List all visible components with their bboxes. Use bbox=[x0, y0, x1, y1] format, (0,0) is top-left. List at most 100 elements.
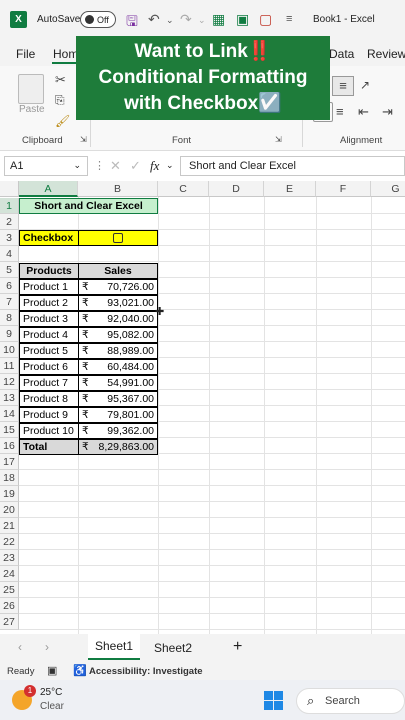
total-value-cell[interactable]: ₹ 8,29,863.00 bbox=[78, 439, 158, 455]
product-name-cell[interactable]: Product 10 bbox=[19, 423, 79, 439]
tab-data[interactable]: Data bbox=[329, 47, 354, 61]
product-sales-cell[interactable]: ₹70,726.00 bbox=[78, 279, 158, 295]
sales-header[interactable]: Sales bbox=[78, 263, 158, 279]
product-sales-cell[interactable]: ₹54,991.00 bbox=[78, 375, 158, 391]
format-painter-icon[interactable]: 🖌 bbox=[55, 114, 70, 128]
product-name-cell[interactable]: Product 3 bbox=[19, 311, 79, 327]
row-header-13[interactable]: 13 bbox=[0, 390, 19, 406]
column-header-a[interactable]: A bbox=[19, 181, 78, 197]
undo-dropdown-icon[interactable]: ⌄ bbox=[166, 15, 174, 26]
row-header-20[interactable]: 20 bbox=[0, 502, 19, 518]
product-name-cell[interactable]: Product 1 bbox=[19, 279, 79, 295]
tab-file[interactable]: File bbox=[16, 47, 35, 61]
clipboard-launcher-icon[interactable]: ⇲ bbox=[80, 135, 87, 144]
row-header-27[interactable]: 27 bbox=[0, 614, 19, 630]
increase-indent-icon[interactable]: ⇥ bbox=[382, 104, 393, 120]
cut-icon[interactable]: ✂ bbox=[55, 72, 66, 88]
row-header-1[interactable]: 1 bbox=[0, 198, 19, 214]
accessibility-status[interactable]: Accessibility: Investigate bbox=[89, 666, 203, 677]
column-header-f[interactable]: F bbox=[316, 181, 371, 197]
accessibility-icon[interactable]: ♿ bbox=[73, 664, 87, 677]
product-name-cell[interactable]: Product 7 bbox=[19, 375, 79, 391]
autosave-toggle[interactable]: Off bbox=[80, 11, 116, 28]
more-icon[interactable]: ⋮ bbox=[94, 159, 105, 172]
sheet-title-cell[interactable]: Short and Clear Excel bbox=[19, 198, 158, 214]
row-header-24[interactable]: 24 bbox=[0, 566, 19, 582]
row-header-19[interactable]: 19 bbox=[0, 486, 19, 502]
checkbox-icon[interactable] bbox=[113, 233, 123, 243]
product-sales-cell[interactable]: ₹95,367.00 bbox=[78, 391, 158, 407]
product-name-cell[interactable]: Product 2 bbox=[19, 295, 79, 311]
column-header-e[interactable]: E bbox=[264, 181, 316, 197]
row-header-21[interactable]: 21 bbox=[0, 518, 19, 534]
paste-icon[interactable] bbox=[18, 74, 44, 104]
row-header-4[interactable]: 4 bbox=[0, 246, 19, 262]
sheet-tab-2[interactable]: Sheet2 bbox=[154, 641, 192, 655]
undo-icon[interactable]: ↶ bbox=[148, 11, 160, 28]
product-sales-cell[interactable]: ₹79,801.00 bbox=[78, 407, 158, 423]
checkbox-cell[interactable] bbox=[78, 230, 158, 246]
product-sales-cell[interactable]: ₹92,040.00 bbox=[78, 311, 158, 327]
insert-function-icon[interactable]: fx bbox=[150, 158, 159, 174]
macro-record-icon[interactable]: ▣ bbox=[47, 664, 57, 677]
row-header-17[interactable]: 17 bbox=[0, 454, 19, 470]
slideshow-icon[interactable]: ▣ bbox=[236, 11, 249, 28]
row-header-3[interactable]: 3 bbox=[0, 230, 19, 246]
redo-dropdown-icon[interactable]: ⌄ bbox=[198, 15, 206, 26]
font-launcher-icon[interactable]: ⇲ bbox=[275, 135, 282, 144]
product-sales-cell[interactable]: ₹88,989.00 bbox=[78, 343, 158, 359]
prev-sheet-icon[interactable]: ‹ bbox=[18, 640, 22, 654]
form-icon[interactable]: ▦ bbox=[212, 11, 225, 28]
windows-start-icon[interactable] bbox=[264, 691, 284, 711]
record-icon[interactable]: ▢ bbox=[259, 11, 272, 28]
row-header-5[interactable]: 5 bbox=[0, 262, 19, 278]
copy-icon[interactable]: ⎘ bbox=[55, 93, 65, 108]
column-header-c[interactable]: C bbox=[158, 181, 209, 197]
align-top-icon[interactable]: ≡ bbox=[332, 76, 354, 96]
align-center-icon[interactable]: ≡ bbox=[336, 104, 344, 119]
product-name-cell[interactable]: Product 5 bbox=[19, 343, 79, 359]
cancel-icon[interactable]: ✕ bbox=[110, 158, 121, 174]
enter-icon[interactable]: ✓ bbox=[130, 158, 141, 174]
row-header-2[interactable]: 2 bbox=[0, 214, 19, 230]
decrease-indent-icon[interactable]: ⇤ bbox=[358, 104, 369, 120]
name-box[interactable]: A1 ⌄ bbox=[4, 156, 88, 176]
row-header-6[interactable]: 6 bbox=[0, 278, 19, 294]
customize-toolbar-icon[interactable]: ≡ bbox=[286, 13, 292, 25]
product-name-cell[interactable]: Product 8 bbox=[19, 391, 79, 407]
fx-dropdown-icon[interactable]: ⌄ bbox=[166, 160, 174, 171]
row-header-22[interactable]: 22 bbox=[0, 534, 19, 550]
total-label-cell[interactable]: Total bbox=[19, 439, 79, 455]
add-sheet-icon[interactable]: + bbox=[233, 638, 242, 656]
tab-review[interactable]: Review bbox=[367, 47, 405, 61]
product-sales-cell[interactable]: ₹95,082.00 bbox=[78, 327, 158, 343]
row-header-26[interactable]: 26 bbox=[0, 598, 19, 614]
products-header[interactable]: Products bbox=[19, 263, 79, 279]
taskbar-search[interactable]: ⌕ Search bbox=[296, 688, 405, 714]
row-header-14[interactable]: 14 bbox=[0, 406, 19, 422]
row-header-11[interactable]: 11 bbox=[0, 358, 19, 374]
checkbox-label-cell[interactable]: Checkbox bbox=[19, 230, 79, 246]
spreadsheet-grid[interactable]: ABCDEFG 1 2 3 4 5 6 7 8 9 10 11 12 13 14 15 16 17 18 19 20 2… bbox=[0, 181, 405, 634]
column-header-b[interactable]: B bbox=[78, 181, 158, 197]
next-sheet-icon[interactable]: › bbox=[45, 640, 49, 654]
product-name-cell[interactable]: Product 4 bbox=[19, 327, 79, 343]
column-header-d[interactable]: D bbox=[209, 181, 264, 197]
select-all-corner[interactable] bbox=[0, 181, 19, 197]
formula-input[interactable]: Short and Clear Excel bbox=[180, 156, 405, 176]
row-header-16[interactable]: 16 bbox=[0, 438, 19, 454]
product-name-cell[interactable]: Product 9 bbox=[19, 407, 79, 423]
column-header-g[interactable]: G bbox=[371, 181, 405, 197]
save-icon[interactable]: 🖫 bbox=[126, 11, 138, 35]
name-box-dropdown-icon[interactable]: ⌄ bbox=[73, 160, 81, 171]
product-sales-cell[interactable]: ₹93,021.00 bbox=[78, 295, 158, 311]
product-sales-cell[interactable]: ₹99,362.00 bbox=[78, 423, 158, 439]
product-name-cell[interactable]: Product 6 bbox=[19, 359, 79, 375]
row-header-25[interactable]: 25 bbox=[0, 582, 19, 598]
sheet-tab-active[interactable]: Sheet1 bbox=[88, 634, 140, 660]
row-header-23[interactable]: 23 bbox=[0, 550, 19, 566]
row-header-12[interactable]: 12 bbox=[0, 374, 19, 390]
row-header-10[interactable]: 10 bbox=[0, 342, 19, 358]
row-header-15[interactable]: 15 bbox=[0, 422, 19, 438]
redo-icon[interactable]: ↷ bbox=[180, 11, 192, 28]
